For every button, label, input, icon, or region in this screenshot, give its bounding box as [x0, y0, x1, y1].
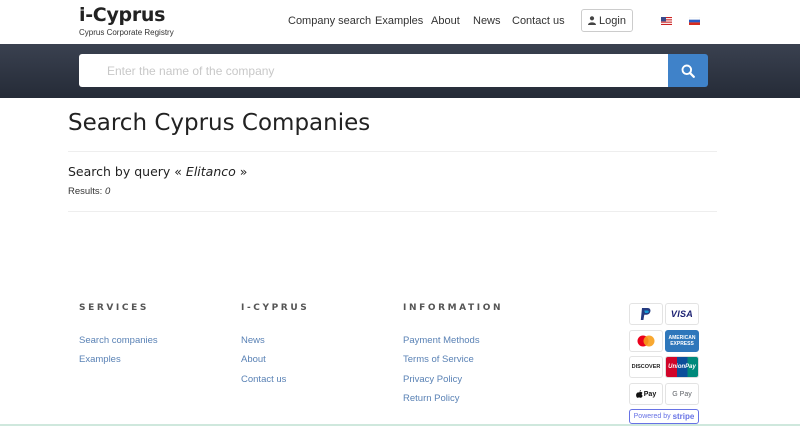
en-flag-icon[interactable] — [661, 17, 672, 25]
unionpay-icon: UnionPay — [665, 356, 699, 378]
discover-icon: DISCOVER — [629, 356, 663, 378]
footer-link-search-companies[interactable]: Search companies — [79, 335, 158, 346]
footer-link-examples[interactable]: Examples — [79, 354, 121, 365]
divider — [68, 151, 717, 152]
page-title: Search Cyprus Companies — [68, 110, 371, 136]
query-value: Elitanco — [185, 164, 236, 179]
footer-link-news[interactable]: News — [241, 335, 265, 346]
footer-link-about[interactable]: About — [241, 354, 266, 365]
apple-pay-icon: Pay — [629, 383, 663, 405]
google-pay-icon: G Pay — [665, 383, 699, 405]
mastercard-icon — [629, 330, 663, 352]
results-value: 0 — [104, 186, 111, 197]
footer-link-payment-methods[interactable]: Payment Methods — [403, 335, 480, 346]
user-icon — [588, 16, 597, 25]
login-button[interactable]: Login — [581, 9, 633, 32]
footer-heading-services: SERVICES — [79, 303, 149, 313]
footer-link-contact-us[interactable]: Contact us — [241, 374, 286, 385]
divider — [68, 211, 717, 212]
login-label: Login — [599, 14, 626, 27]
nav-examples[interactable]: Examples — [375, 15, 423, 27]
search-query-heading: Search by query « Elitanco » — [68, 164, 247, 179]
top-navbar: i-Cyprus Cyprus Corporate Registry Compa… — [0, 0, 800, 44]
results-count: Results: 0 — [68, 186, 110, 197]
results-label: Results: — [68, 186, 103, 197]
search-button[interactable] — [668, 54, 708, 87]
footer-link-terms-of-service[interactable]: Terms of Service — [403, 354, 474, 365]
query-prefix: Search by query « — [68, 164, 182, 179]
nav-company-search[interactable]: Company search — [288, 15, 371, 27]
stripe-prefix: Powered by — [633, 413, 671, 420]
nav-about[interactable]: About — [431, 15, 460, 27]
footer-link-return-policy[interactable]: Return Policy — [403, 393, 460, 404]
brand-logo[interactable]: i-Cyprus Cyprus Corporate Registry — [79, 4, 174, 37]
visa-icon: VISA — [665, 303, 699, 325]
query-suffix: » — [239, 164, 248, 179]
brand-title: i-Cyprus — [79, 4, 166, 26]
search-band — [0, 44, 800, 98]
powered-by-stripe-badge: Powered by stripe — [629, 409, 699, 424]
footer-heading-icyprus: I-CYPRUS — [241, 303, 310, 313]
nav-contact-us[interactable]: Contact us — [512, 15, 565, 27]
paypal-icon — [629, 303, 663, 325]
search-icon — [681, 64, 695, 78]
footer-heading-information: INFORMATION — [403, 303, 504, 313]
brand-subtitle: Cyprus Corporate Registry — [79, 28, 174, 37]
nav-news[interactable]: News — [473, 15, 501, 27]
ru-flag-icon[interactable] — [689, 17, 700, 25]
footer-link-privacy-policy[interactable]: Privacy Policy — [403, 374, 462, 385]
stripe-brand: stripe — [672, 412, 695, 421]
company-search-input[interactable] — [79, 54, 668, 87]
amex-icon: AMERICAN EXPRESS — [665, 330, 699, 352]
